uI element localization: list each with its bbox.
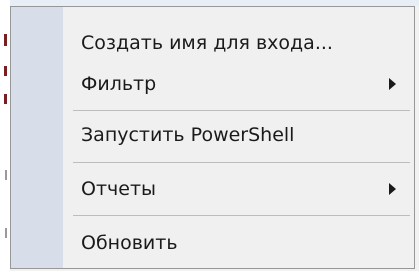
menu-item-reports[interactable]: Отчеты — [11, 167, 414, 211]
menu-item-create-login[interactable]: Создать имя для входа... — [11, 21, 414, 65]
edge-tick — [5, 170, 7, 180]
menu-separator — [73, 110, 410, 111]
context-menu: Создать имя для входа... Фильтр Запустит… — [10, 6, 415, 269]
menu-item-label: Отчеты — [81, 178, 157, 200]
menu-item-label: Создать имя для входа... — [81, 32, 333, 54]
edge-marker — [4, 94, 7, 104]
screen: Создать имя для входа... Фильтр Запустит… — [0, 0, 419, 271]
menu-item-label: Фильтр — [81, 73, 157, 95]
menu-item-refresh[interactable]: Обновить — [11, 221, 414, 265]
chevron-right-icon — [389, 183, 396, 195]
menu-item-label: Обновить — [81, 232, 178, 254]
edge-tick — [5, 228, 7, 238]
menu-item-label: Запустить PowerShell — [81, 124, 295, 146]
menu-item-launch-powershell[interactable]: Запустить PowerShell — [11, 113, 414, 157]
menu-separator — [73, 162, 410, 163]
menu-separator — [73, 215, 410, 216]
chevron-right-icon — [389, 78, 396, 90]
window-edge — [0, 0, 10, 271]
edge-marker — [4, 34, 7, 46]
menu-item-filter[interactable]: Фильтр — [11, 62, 414, 106]
edge-marker — [4, 66, 7, 76]
